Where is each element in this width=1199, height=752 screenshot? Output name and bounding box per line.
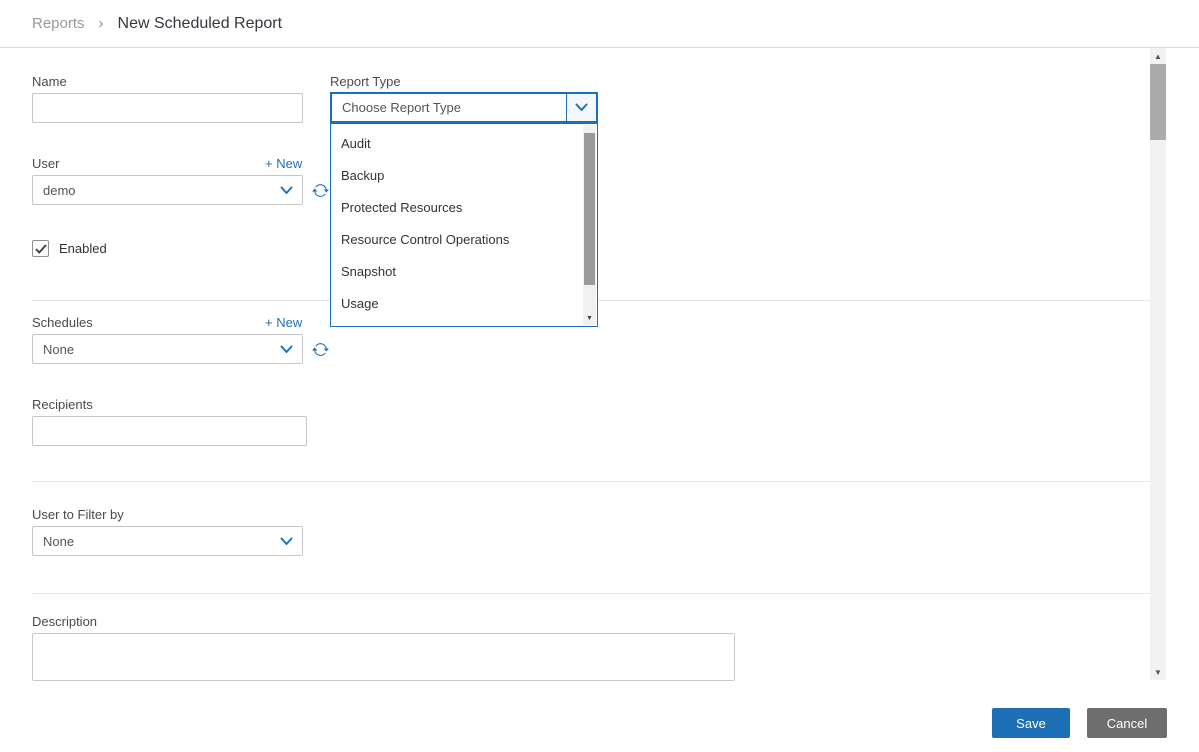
scroll-down-icon[interactable]: ▼: [1150, 664, 1166, 680]
schedules-refresh-icon[interactable]: [312, 341, 329, 358]
user-refresh-icon[interactable]: [312, 182, 329, 199]
user-select-value: demo: [43, 182, 76, 198]
enabled-checkbox[interactable]: [32, 240, 49, 257]
report-type-options: Audit Backup Protected Resources Resourc…: [331, 124, 597, 324]
chevron-down-icon: [280, 537, 293, 546]
breadcrumb-reports-link[interactable]: Reports: [32, 15, 85, 32]
schedules-new-link[interactable]: + New: [265, 315, 302, 330]
user-new-link[interactable]: + New: [265, 156, 302, 171]
schedules-select-value: None: [43, 341, 75, 357]
option-audit[interactable]: Audit: [331, 128, 597, 160]
option-protected-resources[interactable]: Protected Resources: [331, 192, 597, 224]
page-scrollbar[interactable]: ▲ ▼: [1150, 48, 1166, 680]
dropdown-scrollbar-thumb[interactable]: [584, 133, 595, 285]
section-divider: [32, 593, 1150, 594]
section-divider: [32, 481, 1150, 482]
page-scrollbar-thumb[interactable]: [1150, 64, 1166, 140]
dropdown-scrollbar[interactable]: ▼: [583, 125, 596, 325]
user-to-filter-select[interactable]: None: [32, 526, 303, 556]
schedules-select[interactable]: None: [32, 334, 303, 364]
schedules-label: Schedules: [32, 315, 93, 330]
check-icon: [34, 243, 47, 254]
user-to-filter-label: User to Filter by: [32, 507, 124, 522]
chevron-down-icon: [280, 186, 293, 195]
description-label: Description: [32, 614, 98, 629]
option-resource-control-operations[interactable]: Resource Control Operations: [331, 224, 597, 256]
option-usage[interactable]: Usage: [331, 288, 597, 320]
page-title: New Scheduled Report: [117, 14, 283, 32]
user-select[interactable]: demo: [32, 175, 303, 205]
user-to-filter-select-value: None: [43, 533, 75, 549]
save-button[interactable]: Save: [992, 708, 1070, 738]
enabled-label: Enabled: [59, 241, 107, 256]
breadcrumb: Reports › New Scheduled Report: [0, 0, 1199, 48]
cancel-button[interactable]: Cancel: [1087, 708, 1167, 738]
user-label: User: [32, 156, 60, 171]
report-type-dropdown-list: Audit Backup Protected Resources Resourc…: [330, 123, 598, 327]
option-backup[interactable]: Backup: [331, 160, 597, 192]
description-textarea[interactable]: [32, 633, 735, 681]
report-type-label: Report Type: [330, 74, 401, 89]
recipients-input[interactable]: [32, 416, 307, 446]
breadcrumb-separator-icon: ›: [98, 15, 104, 32]
scroll-up-icon[interactable]: ▲: [1150, 48, 1166, 64]
new-scheduled-report-page: Reports › New Scheduled Report Name Repo…: [0, 0, 1199, 752]
chevron-down-icon: [280, 345, 293, 354]
report-type-select[interactable]: Choose Report Type: [330, 92, 598, 123]
report-type-select-value: Choose Report Type: [342, 100, 461, 115]
dropdown-scroll-down-icon[interactable]: ▼: [583, 311, 596, 325]
recipients-label: Recipients: [32, 397, 93, 412]
name-input[interactable]: [32, 93, 303, 123]
option-snapshot[interactable]: Snapshot: [331, 256, 597, 288]
enabled-checkbox-row: Enabled: [32, 240, 107, 257]
name-label: Name: [32, 74, 67, 89]
chevron-down-icon: [566, 94, 596, 121]
